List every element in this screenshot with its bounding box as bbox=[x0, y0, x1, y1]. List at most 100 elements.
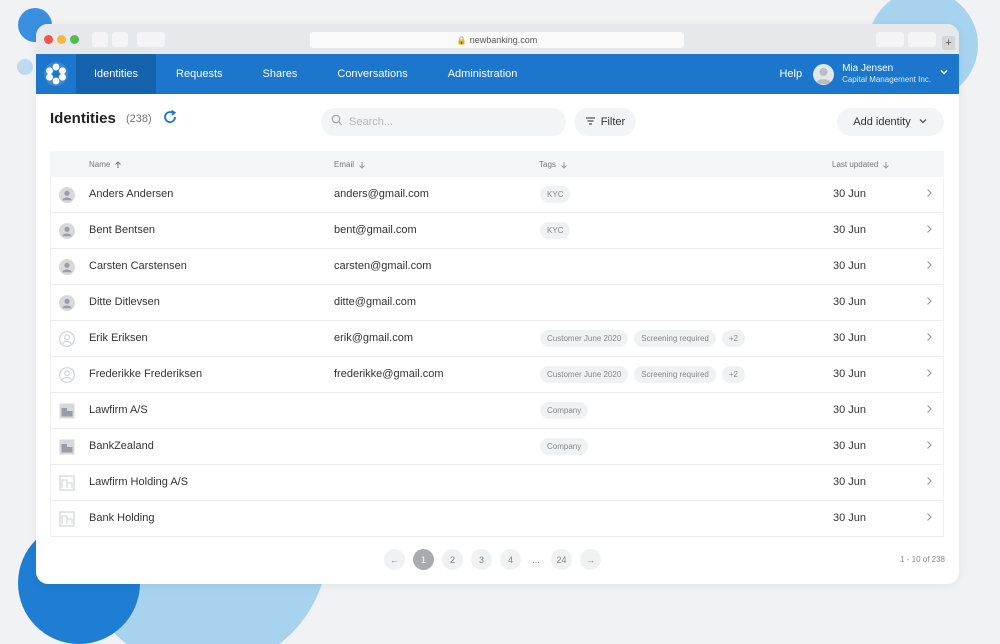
pagination-range: 1 - 10 of 238 bbox=[900, 555, 945, 564]
chevron-right-icon[interactable] bbox=[925, 404, 933, 417]
chevron-right-icon[interactable] bbox=[925, 224, 933, 237]
table-row[interactable]: Carsten Carstensen carsten@gmail.com 30 … bbox=[50, 249, 944, 285]
pagination: ← 1 2 3 4 ... 24 → bbox=[384, 549, 601, 570]
back-button[interactable] bbox=[92, 32, 108, 47]
table-row[interactable]: Frederikke Frederiksen frederikke@gmail.… bbox=[50, 357, 944, 393]
person-outline-icon bbox=[59, 367, 75, 383]
nav-identities[interactable]: Identities bbox=[76, 54, 157, 94]
person-icon bbox=[59, 259, 75, 275]
sidebar-toggle[interactable] bbox=[137, 32, 165, 47]
column-email[interactable]: Email bbox=[334, 160, 366, 169]
page-2-button[interactable]: 2 bbox=[442, 549, 463, 570]
column-tags[interactable]: Tags bbox=[539, 160, 568, 169]
page-title: Identities bbox=[50, 110, 116, 127]
search-box[interactable] bbox=[321, 108, 566, 136]
refresh-icon[interactable] bbox=[162, 109, 178, 125]
identity-updated: 30 Jun bbox=[833, 260, 867, 272]
tag-badge: Screening required bbox=[634, 330, 716, 347]
chevron-right-icon[interactable] bbox=[925, 260, 933, 273]
top-nav: Identities Requests Shares Conversations… bbox=[36, 54, 959, 94]
lock-icon: 🔒 bbox=[456, 35, 467, 45]
share-button[interactable] bbox=[876, 32, 904, 47]
table-row[interactable]: Erik Eriksen erik@gmail.com Customer Jun… bbox=[50, 321, 944, 357]
new-tab-button[interactable]: + bbox=[942, 36, 955, 50]
person-icon bbox=[59, 187, 75, 203]
nav-administration[interactable]: Administration bbox=[428, 54, 538, 94]
column-name-label: Name bbox=[89, 160, 111, 169]
identity-count: (238) bbox=[126, 113, 152, 125]
page-3-button[interactable]: 3 bbox=[471, 549, 492, 570]
tag-badge: +2 bbox=[721, 366, 745, 383]
person-icon bbox=[59, 223, 75, 239]
nav-requests[interactable]: Requests bbox=[156, 54, 242, 94]
help-link[interactable]: Help bbox=[779, 68, 802, 80]
address-bar[interactable]: 🔒 newbanking.com bbox=[310, 32, 684, 48]
tag-badge: Customer June 2020 bbox=[540, 330, 629, 347]
tag-badge: Screening required bbox=[634, 366, 716, 383]
maximize-window-button[interactable] bbox=[70, 35, 79, 44]
close-window-button[interactable] bbox=[44, 35, 53, 44]
chevron-right-icon[interactable] bbox=[925, 476, 933, 489]
nav-shares[interactable]: Shares bbox=[243, 54, 318, 94]
identity-tags: Company bbox=[540, 402, 594, 419]
table-row[interactable]: Bank Holding 30 Jun bbox=[50, 501, 944, 537]
company-icon bbox=[59, 403, 75, 419]
table-row[interactable]: Lawfirm A/S Company 30 Jun bbox=[50, 393, 944, 429]
identity-email: ditte@gmail.com bbox=[334, 296, 417, 308]
nav-conversations[interactable]: Conversations bbox=[317, 54, 427, 94]
identity-updated: 30 Jun bbox=[833, 296, 867, 308]
company-icon bbox=[59, 439, 75, 455]
chevron-right-icon[interactable] bbox=[925, 368, 933, 381]
identity-name: Bent Bentsen bbox=[89, 224, 156, 236]
column-last-updated[interactable]: Last updated bbox=[832, 160, 890, 169]
user-name: Mia Jensen bbox=[842, 63, 894, 74]
add-identity-button[interactable]: Add identity bbox=[837, 108, 944, 136]
table-row[interactable]: Bent Bentsen bent@gmail.com KYC 30 Jun bbox=[50, 213, 944, 249]
identity-email: erik@gmail.com bbox=[334, 332, 414, 344]
identity-updated: 30 Jun bbox=[833, 332, 867, 344]
identity-updated: 30 Jun bbox=[833, 224, 867, 236]
identity-name: Lawfirm A/S bbox=[89, 404, 148, 416]
chevron-right-icon[interactable] bbox=[925, 512, 933, 525]
logo-icon[interactable] bbox=[36, 54, 76, 94]
add-identity-label: Add identity bbox=[853, 116, 911, 128]
column-name[interactable]: Name bbox=[89, 160, 122, 169]
table-row[interactable]: Ditte Ditlevsen ditte@gmail.com 30 Jun bbox=[50, 285, 944, 321]
url-text: newbanking.com bbox=[469, 35, 538, 45]
page-4-button[interactable]: 4 bbox=[500, 549, 521, 570]
chevron-right-icon[interactable] bbox=[925, 296, 933, 309]
next-page-button[interactable]: → bbox=[580, 549, 601, 570]
identity-name: Bank Holding bbox=[89, 512, 155, 524]
prev-page-button[interactable]: ← bbox=[384, 549, 405, 570]
search-input[interactable] bbox=[349, 116, 549, 128]
avatar[interactable] bbox=[813, 63, 835, 85]
page-1-button[interactable]: 1 bbox=[413, 549, 434, 570]
chevron-down-icon bbox=[918, 116, 928, 129]
tag-badge: KYC bbox=[540, 186, 571, 203]
user-menu[interactable]: Mia Jensen Capital Management Inc. bbox=[842, 63, 931, 85]
table-row[interactable]: Lawfirm Holding A/S 30 Jun bbox=[50, 465, 944, 501]
tag-badge: KYC bbox=[540, 222, 571, 239]
tag-badge: Customer June 2020 bbox=[540, 366, 629, 383]
minimize-window-button[interactable] bbox=[57, 35, 66, 44]
filter-button[interactable]: Filter bbox=[574, 108, 636, 136]
table-row[interactable]: BankZealand Company 30 Jun bbox=[50, 429, 944, 465]
tag-badge: Company bbox=[540, 438, 589, 455]
identity-email: carsten@gmail.com bbox=[334, 260, 432, 272]
identity-name: Lawfirm Holding A/S bbox=[89, 476, 189, 488]
identity-tags: KYC bbox=[540, 186, 576, 203]
chevron-right-icon[interactable] bbox=[925, 188, 933, 201]
pagination-ellipsis: ... bbox=[532, 554, 540, 565]
table-row[interactable]: Anders Andersen anders@gmail.com KYC 30 … bbox=[50, 177, 944, 213]
chevron-right-icon[interactable] bbox=[925, 440, 933, 453]
identity-tags: KYC bbox=[540, 222, 576, 239]
arrow-down-icon bbox=[359, 161, 365, 169]
forward-button[interactable] bbox=[112, 32, 128, 47]
identity-name: Frederikke Frederiksen bbox=[89, 368, 203, 380]
chevron-right-icon[interactable] bbox=[925, 332, 933, 345]
chevron-down-icon[interactable] bbox=[939, 67, 949, 80]
toolbar: Identities (238) Filter Add identity bbox=[36, 94, 959, 150]
page-24-button[interactable]: 24 bbox=[551, 549, 572, 570]
tabs-button[interactable] bbox=[908, 32, 936, 47]
identity-tags: Company bbox=[540, 438, 594, 455]
